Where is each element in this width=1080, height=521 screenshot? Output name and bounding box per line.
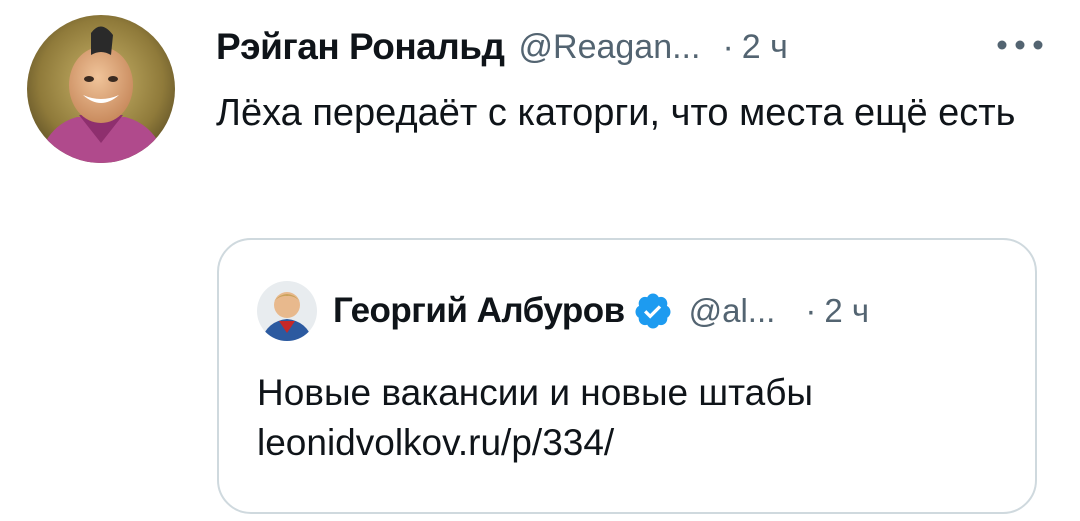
author-handle[interactable]: @Reagan... [519, 28, 701, 67]
quoted-tweet-timestamp[interactable]: 2 ч [824, 292, 869, 330]
more-horizontal-icon[interactable] [994, 34, 1046, 56]
quoted-author-handle[interactable]: @al... [689, 292, 776, 330]
tweet-timestamp[interactable]: 2 ч [742, 28, 788, 67]
quoted-tweet-body: Новые вакансии и новые штабы [257, 372, 813, 413]
quoted-tweet-header: Георгий Албуров @al... · 2 ч [257, 280, 1017, 342]
quoted-tweet-link[interactable]: leonidvolkov.ru/p/334/ [257, 418, 1017, 468]
quoted-tweet-text: Новые вакансии и новые штабы leonidvolko… [257, 368, 1017, 468]
quoted-author-name[interactable]: Георгий Албуров [333, 291, 625, 331]
tweet: Рэйган Рональд @Reagan... · 2 ч Лёха пер… [0, 0, 1080, 521]
separator-dot: · [722, 27, 734, 66]
verified-badge-icon [633, 291, 673, 331]
quoted-author-avatar[interactable] [257, 281, 317, 341]
author-avatar[interactable] [27, 15, 175, 163]
quoted-tweet-card[interactable]: Георгий Албуров @al... · 2 ч Новые вакан… [217, 238, 1037, 514]
tweet-header: Рэйган Рональд @Reagan... · 2 ч [216, 22, 1046, 72]
tweet-text: Лёха передаёт с каторги, что места ещё е… [216, 92, 1016, 134]
separator-dot: · [805, 292, 817, 329]
author-name[interactable]: Рэйган Рональд [216, 26, 505, 68]
